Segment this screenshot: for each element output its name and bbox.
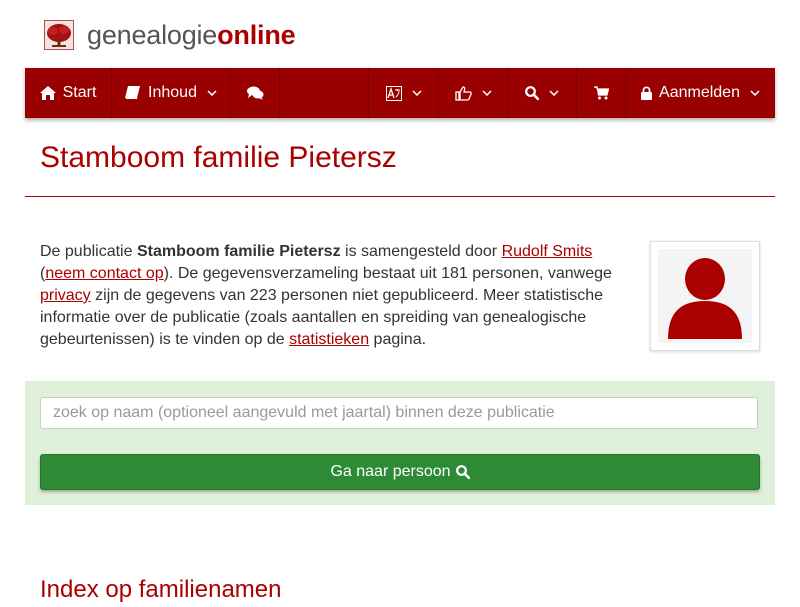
go-to-person-label: Ga naar persoon — [330, 463, 451, 480]
chevron-down-icon — [549, 90, 559, 96]
nav-shop[interactable] — [577, 68, 625, 118]
surname-index-heading: Index op familienamen — [40, 576, 282, 603]
person-search-panel: Ga naar persoon — [25, 381, 775, 505]
author-avatar[interactable] — [650, 241, 760, 351]
search-icon — [455, 465, 470, 479]
chevron-down-icon — [207, 90, 217, 96]
lock-icon — [641, 86, 653, 100]
nav-social[interactable] — [439, 68, 507, 118]
home-icon — [39, 86, 56, 100]
contact-link[interactable]: neem contact op — [45, 265, 163, 282]
page-title: Stamboom familie Pietersz — [40, 141, 397, 174]
intro-text: De publicatie — [40, 243, 137, 260]
publication-intro: De publicatie Stamboom familie Pietersz … — [40, 241, 625, 351]
nav-forum[interactable] — [231, 68, 279, 118]
cart-icon — [593, 86, 609, 100]
avatar-frame — [658, 249, 752, 343]
search-icon — [525, 86, 539, 100]
chevron-down-icon — [750, 90, 760, 96]
nav-login-label: Aanmelden — [659, 84, 740, 101]
language-icon — [385, 85, 402, 101]
user-silhouette-icon — [668, 258, 742, 339]
nav-divider — [279, 68, 280, 118]
brand-name-part2: online — [217, 19, 296, 50]
comments-icon — [246, 86, 263, 100]
nav-search[interactable] — [508, 68, 576, 118]
person-search-input[interactable] — [40, 397, 758, 429]
intro-text: is samengesteld door — [340, 243, 502, 260]
privacy-link[interactable]: privacy — [40, 287, 91, 304]
book-icon — [125, 86, 141, 99]
nav-start-label: Start — [62, 84, 97, 101]
thumbs-up-icon — [454, 85, 472, 101]
nav-start[interactable]: Start — [25, 68, 111, 118]
go-to-person-button[interactable]: Ga naar persoon — [40, 454, 760, 490]
main-navbar: Start Inhoud Aanmelden — [25, 68, 775, 118]
publication-name: Stamboom familie Pietersz — [136, 243, 341, 260]
title-divider — [25, 196, 775, 197]
nav-language[interactable] — [369, 68, 438, 118]
author-link[interactable]: Rudolf Smits — [502, 243, 593, 260]
nav-inhoud-label: Inhoud — [148, 84, 197, 101]
nav-inhoud[interactable]: Inhoud — [112, 68, 230, 118]
family-tree-logo-icon — [44, 20, 74, 50]
statistics-link[interactable]: statistieken — [289, 331, 369, 348]
brand-name: genealogieonline — [87, 19, 296, 50]
brand-name-part1: genealogie — [87, 19, 218, 50]
intro-text: pagina. — [369, 331, 427, 348]
chevron-down-icon — [481, 90, 492, 96]
nav-login[interactable]: Aanmelden — [626, 68, 775, 118]
chevron-down-icon — [411, 90, 422, 96]
site-logo[interactable]: genealogieonline — [44, 18, 296, 52]
intro-text: ). De gegevensverzameling bestaat uit 18… — [163, 265, 612, 282]
